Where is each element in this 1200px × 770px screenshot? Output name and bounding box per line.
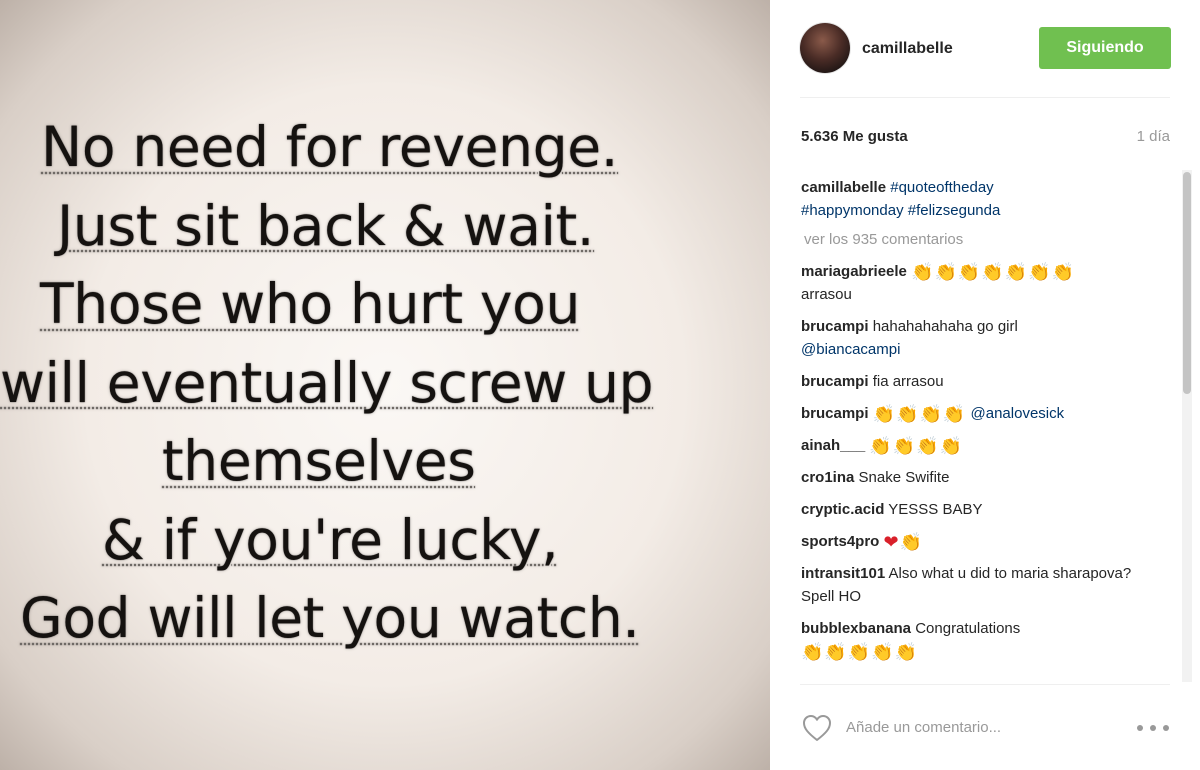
post-side-panel: camillabelle Siguiendo 5.636 Me gusta 1 … [770, 0, 1200, 770]
comment-item: cro1ina Snake Swifite [801, 466, 1161, 489]
quote-line: Those who hurt you [40, 272, 581, 336]
post-header: camillabelle Siguiendo [770, 0, 1200, 97]
comment-item: brucampi 👏👏👏👏 @analovesick [801, 402, 1161, 425]
dot [1163, 725, 1169, 731]
likes-count[interactable]: 5.636 Me gusta [801, 128, 908, 145]
comment-username[interactable]: sports4pro [801, 533, 879, 550]
clapping-hands-icon: 👏👏👏👏 [869, 436, 964, 457]
view-all-comments-link[interactable]: ver los 935 comentarios [804, 231, 1161, 249]
comment-item: bubblexbanana Congratulations 👏👏👏👏👏 [801, 617, 1161, 663]
comment-text: Snake Swifite [858, 469, 950, 486]
comment-username[interactable]: cro1ina [801, 469, 854, 486]
red-heart-icon: ❤ [883, 532, 900, 553]
comment-item: brucampi hahahahahaha go girl @biancacam… [801, 315, 1161, 361]
comment-username[interactable]: brucampi [801, 318, 869, 335]
comment-item: mariagabrieele 👏👏👏👏👏👏👏 arrasou [801, 260, 1161, 306]
comment-text: Congratulations [915, 620, 1021, 637]
quote-line: Just sit back & wait. [57, 193, 595, 258]
mention-link[interactable]: @biancacampi [801, 341, 900, 358]
clapping-hands-icon: 👏👏👏👏👏👏👏 [911, 262, 1075, 283]
username-link[interactable]: camillabelle [862, 40, 953, 58]
comment-username[interactable]: bubblexbanana [801, 620, 911, 637]
comment-item: sports4pro ❤👏 [801, 530, 1161, 553]
divider [800, 97, 1170, 98]
add-comment-input[interactable] [846, 712, 1116, 742]
quote-line: will eventually screw up [0, 350, 654, 415]
hashtag-link[interactable]: #felizsegunda [908, 202, 1001, 219]
more-options-icon[interactable] [1137, 722, 1169, 734]
clapping-hands-icon: 👏👏👏👏 [872, 404, 967, 425]
comment-username[interactable]: intransit101 [801, 565, 885, 582]
dot [1150, 725, 1156, 731]
hashtag-link[interactable]: #quoteoftheday [890, 179, 993, 196]
comment-item: ainah___ 👏👏👏👏 [801, 434, 1161, 457]
comment-username[interactable]: brucampi [801, 405, 869, 422]
comment-text: arrasou [801, 286, 852, 303]
divider [800, 684, 1170, 685]
quote-line: No need for revenge. [41, 115, 619, 179]
quote-line: themselves [162, 429, 476, 493]
quote-line: God will let you watch. [20, 586, 640, 650]
caption: camillabelle #quoteoftheday #happymonday… [801, 176, 1161, 222]
post-image: No need for revenge. Just sit back & wai… [0, 0, 770, 770]
comment-text: fia arrasou [872, 373, 944, 390]
quote-line: & if you're lucky, [102, 507, 559, 572]
comment-text: hahahahahaha go girl [872, 318, 1018, 335]
clapping-hands-icon: 👏 [899, 532, 924, 553]
comment-item: brucampi fia arrasou [801, 370, 1161, 393]
quote-text: No need for revenge. Just sit back & wai… [0, 108, 770, 658]
comments-list: camillabelle #quoteoftheday #happymonday… [801, 176, 1161, 684]
comments-scrollbar[interactable] [1182, 170, 1192, 682]
comment-item: cryptic.acid YESSS BABY [801, 498, 1161, 521]
avatar[interactable] [800, 23, 850, 73]
comment-item: intransit101 Also what u did to maria sh… [801, 562, 1161, 608]
scrollbar-thumb[interactable] [1183, 172, 1191, 394]
instagram-post-modal: No need for revenge. Just sit back & wai… [0, 0, 1200, 770]
comment-username[interactable]: ainah___ [801, 437, 865, 454]
comment-username[interactable]: mariagabrieele [801, 263, 907, 280]
mention-link[interactable]: @analovesick [971, 405, 1065, 422]
comment-username[interactable]: cryptic.acid [801, 501, 884, 518]
following-button[interactable]: Siguiendo [1039, 27, 1171, 69]
comment-username[interactable]: camillabelle [801, 179, 886, 196]
post-timestamp[interactable]: 1 día [1137, 128, 1170, 145]
clapping-hands-icon: 👏👏👏👏👏 [801, 642, 919, 663]
comment-username[interactable]: brucampi [801, 373, 869, 390]
dot [1137, 725, 1143, 731]
hashtag-link[interactable]: #happymonday [801, 202, 904, 219]
comment-text: YESSS BABY [888, 501, 983, 518]
like-heart-icon[interactable] [802, 714, 832, 742]
